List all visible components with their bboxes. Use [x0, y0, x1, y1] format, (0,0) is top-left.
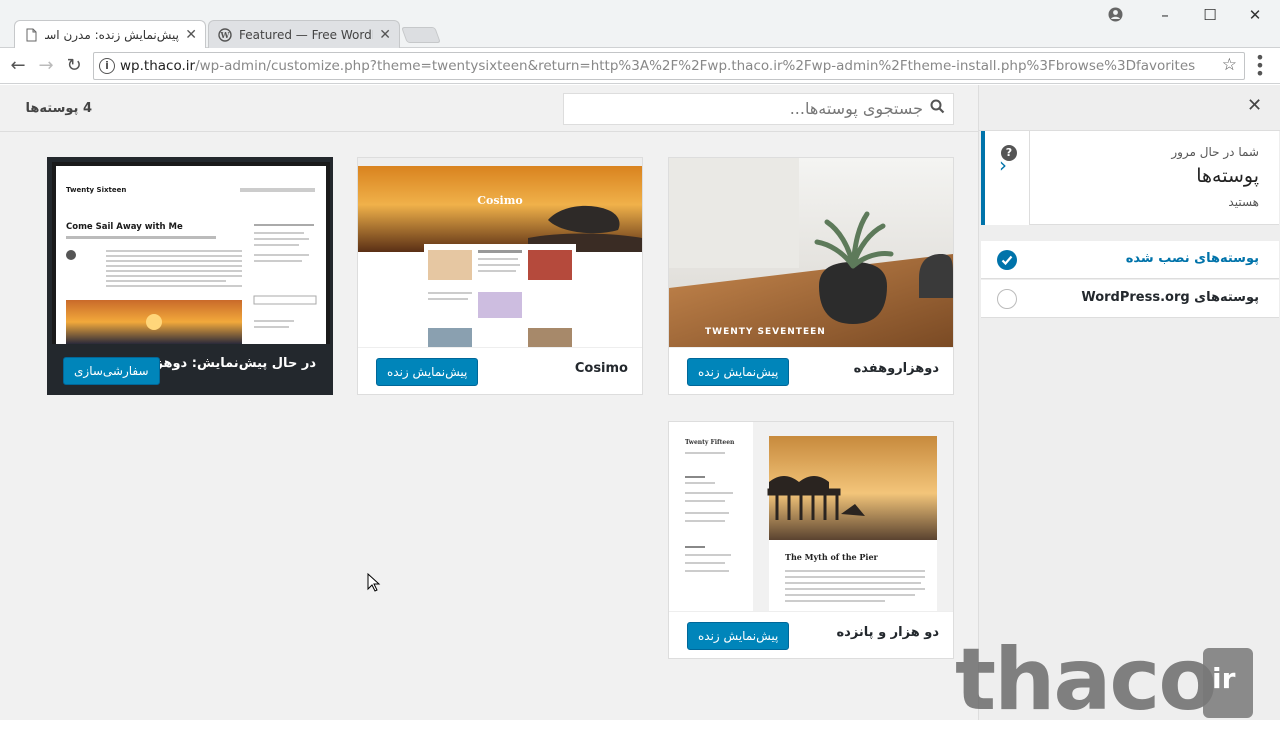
- browser-title-bar: پیش‌نمایش زنده: مدرن اسپ ✕ W Featured — …: [0, 0, 1280, 48]
- svg-text:W: W: [220, 30, 231, 40]
- address-bar[interactable]: i wp.thaco.ir/wp-admin/customize.php?the…: [93, 52, 1245, 80]
- browser-toolbar: ← → ↻ i wp.thaco.ir/wp-admin/customize.p…: [0, 48, 1280, 84]
- shot-heading: Come Sail Away with Me: [66, 222, 183, 232]
- live-preview-button[interactable]: پیش‌نمایش زنده: [376, 358, 479, 386]
- filter-installed-themes[interactable]: پوسته‌های نصب شده: [981, 241, 1279, 279]
- panel-title: پوسته‌ها: [1196, 165, 1259, 187]
- shot-title: Cosimo: [477, 194, 522, 207]
- maximize-button[interactable]: ☐: [1195, 4, 1225, 26]
- themes-browser: 4 پوسته‌ها جستجوی پوسته‌ها... Twenty Six…: [0, 85, 978, 720]
- forward-icon[interactable]: →: [34, 54, 58, 78]
- theme-card-cosimo[interactable]: Cosimo Cosimo پیش‌نمایش زنده: [357, 157, 643, 395]
- theme-card-twentysixteen[interactable]: Twenty Sixteen Come Sail Away with Me در…: [47, 157, 333, 395]
- live-preview-button[interactable]: پیش‌نمایش زنده: [687, 358, 790, 386]
- theme-screenshot: Twenty Fifteen The Myth of the Pier: [669, 422, 953, 611]
- panel-divider: [1029, 131, 1030, 225]
- theme-card-twentyfifteen[interactable]: Twenty Fifteen The Myth of the Pier دو ه…: [668, 421, 954, 659]
- header-divider: [0, 131, 978, 132]
- theme-name: دوهزاروهفده: [853, 361, 939, 376]
- theme-card-twentyseventeen[interactable]: TWENTY SEVENTEEN دوهزاروهفده پیش‌نمایش ز…: [668, 157, 954, 395]
- customizer-close[interactable]: ✕: [979, 85, 1280, 131]
- help-icon[interactable]: ?: [1001, 145, 1017, 161]
- themes-count: 4 پوسته‌ها: [25, 101, 92, 116]
- twentyfifteen-preview: Twenty Fifteen The Myth of the Pier: [669, 422, 953, 611]
- shot-title: Twenty Fifteen: [685, 439, 735, 446]
- twentysixteen-preview: Twenty Sixteen Come Sail Away with Me: [52, 162, 330, 344]
- tab-close-icon[interactable]: ✕: [379, 21, 391, 48]
- theme-screenshot: Cosimo: [358, 158, 642, 347]
- theme-card-footer: دو هزار و پانزده پیش‌نمایش زنده: [669, 611, 953, 658]
- back-icon[interactable]: ←: [6, 54, 30, 78]
- close-icon[interactable]: ✕: [1247, 95, 1262, 116]
- search-icon: [930, 99, 945, 114]
- shot-title: Twenty Sixteen: [66, 186, 126, 194]
- customize-button[interactable]: سفارشی‌سازی: [63, 357, 160, 385]
- watermark-text: thaco: [955, 630, 1217, 730]
- browser-menu-icon[interactable]: • • •: [1254, 50, 1266, 82]
- tab-live-preview[interactable]: پیش‌نمایش زنده: مدرن اسپ ✕: [14, 20, 206, 48]
- filter-label: پوسته‌های نصب شده: [1125, 251, 1259, 266]
- tab-title: پیش‌نمایش زنده: مدرن اسپ: [45, 28, 179, 42]
- profile-icon[interactable]: [1108, 7, 1123, 22]
- live-preview-button[interactable]: پیش‌نمایش زنده: [687, 622, 790, 650]
- minimize-button[interactable]: –: [1150, 4, 1180, 26]
- info-icon[interactable]: i: [99, 58, 115, 74]
- check-circle-icon: [997, 250, 1017, 270]
- themes-search-input[interactable]: جستجوی پوسته‌ها...: [563, 93, 954, 125]
- theme-screenshot: Twenty Sixteen Come Sail Away with Me: [52, 162, 330, 344]
- theme-screenshot: TWENTY SEVENTEEN: [669, 158, 953, 347]
- new-tab-button[interactable]: [401, 27, 441, 43]
- panel-header: › ? شما در حال مرور پوسته‌ها هستید: [981, 131, 1279, 225]
- theme-card-footer: در حال پیش‌نمایش: دوهزار و سفارشی‌سازی: [50, 344, 328, 391]
- theme-card-footer: Cosimo پیش‌نمایش زنده: [358, 347, 642, 394]
- filter-wordpress-org-themes[interactable]: پوسته‌های WordPress.org: [981, 280, 1279, 318]
- radio-circle-icon: [997, 289, 1017, 309]
- panel-suffix: هستید: [1228, 195, 1259, 209]
- filter-label: پوسته‌های WordPress.org: [1081, 290, 1259, 305]
- shot-heading: The Myth of the Pier: [785, 552, 879, 562]
- watermark-suffix: ir: [1212, 662, 1236, 695]
- url-text[interactable]: wp.thaco.ir/wp-admin/customize.php?theme…: [120, 53, 1195, 79]
- twentyseventeen-preview: TWENTY SEVENTEEN: [669, 158, 953, 347]
- theme-card-footer: دوهزاروهفده پیش‌نمایش زنده: [669, 347, 953, 394]
- reload-icon[interactable]: ↻: [62, 54, 86, 78]
- theme-name: Cosimo: [574, 361, 628, 376]
- close-window-button[interactable]: ✕: [1240, 4, 1270, 26]
- cosimo-preview: Cosimo: [358, 158, 642, 347]
- customizer-page: 4 پوسته‌ها جستجوی پوسته‌ها... Twenty Six…: [0, 85, 1280, 720]
- tab-title: Featured — Free WordPress: [239, 28, 373, 42]
- theme-name: دو هزار و پانزده: [836, 625, 939, 640]
- search-placeholder: جستجوی پوسته‌ها...: [789, 99, 923, 118]
- url-host: wp.thaco.ir: [120, 58, 196, 74]
- url-path: /wp-admin/customize.php?theme=twentysixt…: [195, 58, 1196, 74]
- shot-title: TWENTY SEVENTEEN: [705, 327, 826, 337]
- tab-featured[interactable]: W Featured — Free WordPress ✕: [208, 20, 400, 48]
- panel-subtitle: شما در حال مرور: [1171, 145, 1259, 159]
- bookmark-star-icon[interactable]: ☆: [1222, 55, 1237, 75]
- page-icon: [26, 28, 37, 42]
- mouse-cursor-icon: [367, 573, 381, 592]
- wordpress-icon: W: [218, 28, 232, 42]
- tab-close-icon[interactable]: ✕: [185, 21, 197, 48]
- watermark-badge: ir: [1203, 648, 1253, 718]
- customizer-sidebar: ✕ › ? شما در حال مرور پوسته‌ها هستید پوس…: [978, 85, 1280, 720]
